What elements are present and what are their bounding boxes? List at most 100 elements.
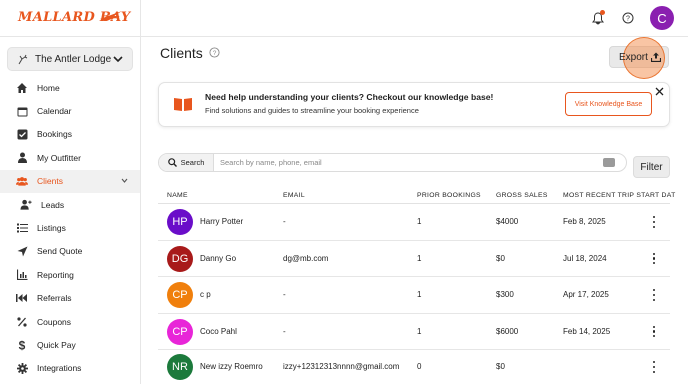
leads-icon (20, 199, 32, 211)
gross-sales: $300 (496, 290, 514, 299)
client-name[interactable]: Harry Potter (200, 217, 243, 226)
sidebar-item-my-outfitter[interactable]: My Outfitter (0, 146, 140, 169)
sidebar-item-label: Bookings (37, 129, 72, 140)
page-title: Clients (160, 45, 203, 61)
lodge-name: The Antler Lodge (35, 53, 112, 65)
prior-bookings: 1 (417, 217, 422, 226)
send-icon (16, 245, 28, 257)
visit-knowledge-base-button[interactable]: Visit Knowledge Base (565, 92, 652, 116)
sidebar-item-label: My Outfitter (37, 152, 81, 163)
antler-icon (18, 54, 28, 64)
table-row[interactable]: DG Danny Go dg@mb.com 1 $0 Jul 18, 2024 (158, 241, 670, 277)
referrals-icon (16, 292, 28, 304)
sidebar-item-label: Coupons (37, 316, 72, 327)
sidebar-item-home[interactable]: Home (0, 76, 140, 99)
sidebar-item-label: Listings (37, 223, 66, 234)
prior-bookings: 1 (417, 253, 422, 263)
keyboard-icon[interactable] (603, 158, 615, 167)
sidebar-item-reporting[interactable]: Reporting (0, 263, 140, 286)
help-icon[interactable]: ? (209, 47, 220, 58)
sidebar-divider (140, 0, 141, 384)
sidebar-item-coupons[interactable]: Coupons (0, 310, 140, 333)
row-menu-icon[interactable] (652, 252, 656, 265)
sidebar-item-listings[interactable]: Listings (0, 216, 140, 239)
book-icon (174, 98, 192, 111)
svg-text:$: $ (19, 339, 26, 351)
row-menu-icon[interactable] (652, 216, 656, 228)
sidebar-item-quick-pay[interactable]: $ Quick Pay (0, 333, 140, 356)
banner-text: Find solutions and guides to streamline … (205, 106, 419, 115)
reporting-icon (16, 269, 28, 281)
sidebar-item-integrations[interactable]: Integrations (0, 357, 140, 380)
sidebar-item-referrals[interactable]: Referrals (0, 287, 140, 310)
client-email: - (283, 326, 286, 336)
client-name[interactable]: Danny Go (200, 254, 236, 263)
recent-trip-date: Feb 14, 2025 (563, 326, 611, 336)
client-name[interactable]: c p (200, 290, 211, 299)
search-button[interactable]: Search (159, 154, 214, 171)
prior-bookings: 0 (417, 362, 422, 371)
row-menu-icon[interactable] (652, 361, 656, 373)
row-menu-icon[interactable] (652, 325, 656, 338)
search-button-label: Search (180, 158, 205, 167)
sidebar-item-clients[interactable]: Clients (0, 169, 140, 193)
column-header-recent-trip[interactable]: MOST RECENT TRIP START DAT (563, 192, 676, 199)
top-bar: MALLARD BAY ? C (0, 0, 688, 37)
lodge-selector[interactable]: The Antler Lodge (7, 47, 133, 71)
calendar-icon (16, 105, 28, 117)
recent-trip-date: Feb 8, 2025 (563, 217, 606, 226)
search-input[interactable] (214, 154, 603, 171)
recent-trip-date: Apr 17, 2025 (563, 290, 609, 299)
sidebar-item-label: Clients (37, 176, 63, 187)
user-avatar[interactable]: C (650, 6, 674, 30)
sidebar-item-bookings[interactable]: Bookings (0, 123, 140, 146)
gross-sales: $0 (496, 362, 505, 371)
client-email: dg@mb.com (283, 253, 329, 263)
table-row[interactable]: HP Harry Potter - 1 $4000 Feb 8, 2025 (158, 204, 670, 241)
client-name[interactable]: Coco Pahl (200, 327, 237, 336)
knowledge-base-banner: Need help understanding your clients? Ch… (158, 82, 670, 127)
bell-icon[interactable] (590, 10, 606, 26)
sidebar-item-label: Calendar (37, 106, 72, 117)
sidebar-item-label: Reporting (37, 269, 74, 280)
table-row[interactable]: NR New izzy Roemro izzy+12312313nnnn@gma… (158, 350, 670, 384)
recent-trip-date: Jul 18, 2024 (563, 253, 607, 263)
column-header-gross-sales[interactable]: GROSS SALES (496, 192, 548, 199)
banner-title: Need help understanding your clients? Ch… (205, 92, 494, 102)
row-menu-icon[interactable] (652, 289, 656, 301)
table-row[interactable]: CP Coco Pahl - 1 $6000 Feb 14, 2025 (158, 314, 670, 350)
avatar: CP (167, 318, 193, 345)
sidebar-item-label: Integrations (37, 363, 82, 374)
chevron-down-icon (113, 56, 123, 63)
help-icon[interactable]: ? (620, 10, 636, 26)
filter-button[interactable]: Filter (633, 156, 670, 178)
dollar-icon: $ (16, 339, 28, 351)
prior-bookings: 1 (417, 290, 422, 299)
sidebar-item-label: Send Quote (37, 246, 83, 257)
client-email: - (283, 217, 286, 226)
percent-icon (16, 316, 28, 328)
sidebar-nav: Home Calendar Bookings My Outfitter Clie… (0, 76, 140, 380)
gross-sales: $6000 (496, 326, 519, 336)
chevron-down-icon[interactable] (121, 178, 128, 183)
sidebar-item-send-quote[interactable]: Send Quote (0, 240, 140, 263)
avatar: HP (167, 209, 193, 235)
client-email: izzy+12312313nnnn@gmail.com (283, 362, 400, 371)
client-name[interactable]: New izzy Roemro (200, 362, 263, 371)
search-bar: Search (158, 153, 627, 172)
column-header-name[interactable]: NAME (167, 192, 188, 199)
sidebar-item-label: Leads (41, 199, 65, 210)
upload-icon (651, 52, 661, 62)
column-header-prior-bookings[interactable]: PRIOR BOOKINGS (417, 192, 481, 199)
close-icon[interactable] (655, 87, 664, 96)
gross-sales: $0 (496, 253, 505, 263)
person-icon (16, 152, 28, 164)
svg-text:?: ? (626, 16, 630, 23)
sidebar-item-label: Home (37, 82, 60, 93)
column-header-email[interactable]: EMAIL (283, 192, 305, 199)
list-icon (16, 222, 28, 234)
sidebar-item-calendar[interactable]: Calendar (0, 99, 140, 122)
client-email: - (283, 290, 286, 299)
table-row[interactable]: CP c p - 1 $300 Apr 17, 2025 (158, 277, 670, 314)
sidebar-item-leads[interactable]: Leads (0, 193, 140, 216)
